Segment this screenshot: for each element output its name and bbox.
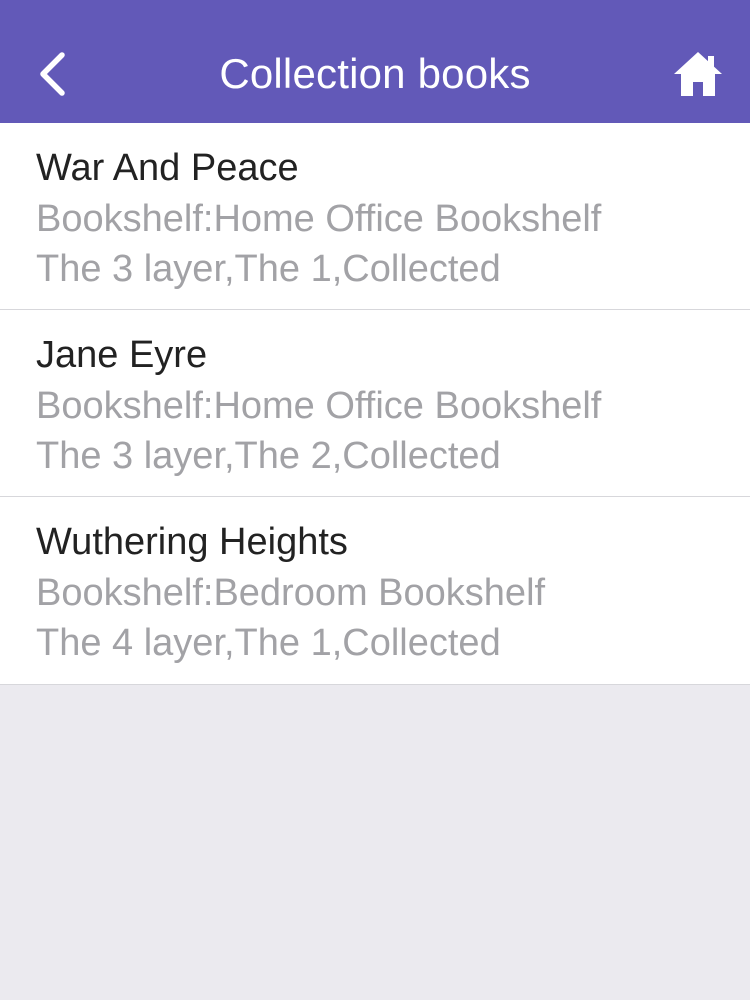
book-position: The 3 layer,The 1,Collected <box>36 248 501 290</box>
home-button[interactable] <box>668 44 728 104</box>
book-title: Wuthering Heights <box>36 521 348 563</box>
book-title: War And Peace <box>36 147 299 189</box>
navigation-bar: Collection books <box>0 0 750 123</box>
book-bookshelf: Bookshelf:Bedroom Bookshelf <box>36 572 546 614</box>
book-position: The 4 layer,The 1,Collected <box>36 622 501 664</box>
book-list: War And Peace Bookshelf:Home Office Book… <box>0 123 750 685</box>
page-title: Collection books <box>219 50 531 97</box>
book-title: Jane Eyre <box>36 334 208 376</box>
home-icon <box>674 52 722 96</box>
book-list-item[interactable]: Wuthering Heights Bookshelf:Bedroom Book… <box>0 497 750 685</box>
book-list-item[interactable]: War And Peace Bookshelf:Home Office Book… <box>0 123 750 310</box>
book-bookshelf: Bookshelf:Home Office Bookshelf <box>36 385 602 427</box>
book-list-item[interactable]: Jane Eyre Bookshelf:Home Office Bookshel… <box>0 310 750 497</box>
book-bookshelf: Bookshelf:Home Office Bookshelf <box>36 198 602 240</box>
book-position: The 3 layer,The 2,Collected <box>36 435 501 477</box>
